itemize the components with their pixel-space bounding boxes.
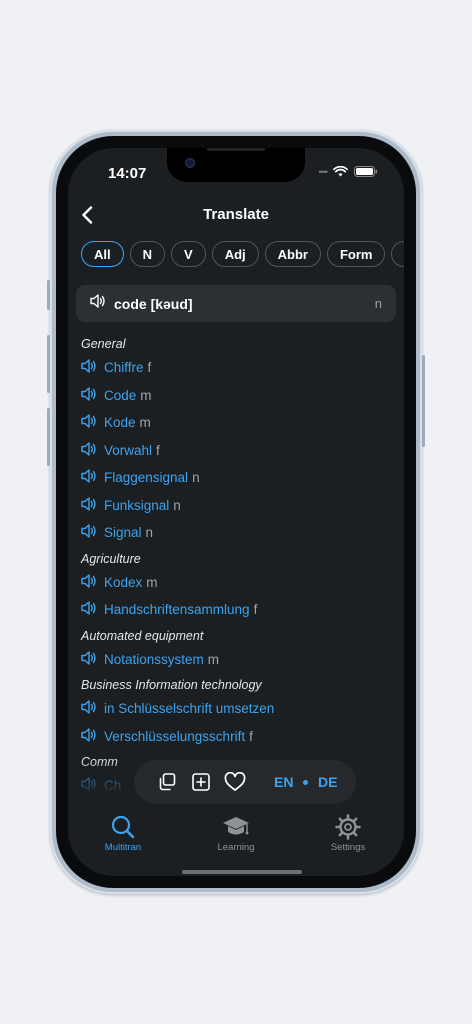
entry-header[interactable]: code [kəud] n xyxy=(76,285,396,322)
translation-item[interactable]: Kodex m xyxy=(81,569,391,597)
grammatical-gender: n xyxy=(192,470,200,486)
grammatical-gender: f xyxy=(147,360,152,376)
target-language[interactable]: DE xyxy=(318,774,337,790)
volume-up-button xyxy=(47,335,50,393)
translation-item[interactable]: Funksignal n xyxy=(81,492,391,520)
bezel: 14:07 •••• Translate AllNVAdjAbbrFormPr … xyxy=(56,136,416,888)
grammatical-gender: n xyxy=(145,525,154,541)
translation-item[interactable]: Notationssystem m xyxy=(81,646,391,674)
translation-list: General Chiffre f Code m Kode m Vorwahl f Flaggen… xyxy=(81,332,391,800)
speaker-icon[interactable] xyxy=(81,469,97,486)
category-label: Business Information technology xyxy=(81,678,262,692)
tab-learning[interactable]: Learning xyxy=(196,814,276,853)
translation-item[interactable]: Vorwahl f xyxy=(81,437,391,465)
translation-word[interactable]: Handschriftensammlung xyxy=(104,602,250,617)
tab-multitran[interactable]: Multitran xyxy=(83,814,163,853)
phone-frame: 14:07 •••• Translate AllNVAdjAbbrFormPr … xyxy=(47,130,425,894)
speaker-icon[interactable] xyxy=(81,651,97,668)
volume-down-button xyxy=(47,408,50,466)
navigation-bar: Translate xyxy=(68,198,404,232)
front-camera xyxy=(185,158,195,168)
tab-bar: Multitran Learning Settings xyxy=(68,808,404,876)
translation-item[interactable]: Flaggensignal n xyxy=(81,464,391,492)
translation-word[interactable]: Chiffre xyxy=(104,360,144,375)
gear-icon xyxy=(335,814,361,840)
tab-label: Learning xyxy=(217,842,255,853)
translation-item[interactable]: Verschlüsselungsschrift f xyxy=(81,723,391,751)
translation-word[interactable]: Notationssystem xyxy=(104,652,204,667)
search-icon xyxy=(111,815,135,839)
source-language[interactable]: EN xyxy=(274,774,293,790)
tab-label: Settings xyxy=(330,842,366,853)
filter-chip-pr[interactable]: Pr xyxy=(391,241,404,267)
filter-chip-adj[interactable]: Adj xyxy=(211,241,259,267)
speaker-icon[interactable] xyxy=(81,414,97,431)
entry-term: code [kəud] xyxy=(114,295,193,312)
tab-label: Multitran xyxy=(104,842,142,853)
speaker-icon[interactable] xyxy=(90,294,106,313)
grammatical-gender: f xyxy=(249,728,253,744)
grammatical-gender: m xyxy=(207,651,220,667)
translation-word[interactable]: Verschlüsselungsschrift xyxy=(104,729,245,744)
speaker-icon[interactable] xyxy=(81,700,97,717)
filter-chip-v[interactable]: V xyxy=(171,241,206,267)
translation-item[interactable]: Kode m xyxy=(81,409,391,437)
home-indicator xyxy=(182,870,302,874)
grammatical-gender: f xyxy=(156,442,160,458)
translation-item[interactable]: Chiffre f xyxy=(81,354,391,382)
add-icon[interactable] xyxy=(190,771,212,793)
floating-toolbar: EN DE xyxy=(134,760,356,804)
tab-settings[interactable]: Settings xyxy=(308,814,388,853)
copy-icon[interactable] xyxy=(156,771,178,793)
translation-word[interactable]: Code xyxy=(104,388,136,403)
translation-word[interactable]: Vorwahl xyxy=(104,443,152,458)
translation-word[interactable]: Funksignal xyxy=(104,498,169,513)
speaker-icon[interactable] xyxy=(81,524,97,541)
wifi-icon xyxy=(333,166,348,177)
grammatical-gender: m xyxy=(139,415,151,431)
translation-word[interactable]: Signal xyxy=(104,525,142,540)
filter-chip-all[interactable]: All xyxy=(81,241,124,267)
screen: 14:07 •••• Translate AllNVAdjAbbrFormPr … xyxy=(68,148,404,876)
earpiece xyxy=(207,148,265,151)
language-separator xyxy=(303,780,308,785)
mute-switch xyxy=(47,280,50,310)
filter-chip-abbr[interactable]: Abbr xyxy=(264,241,321,267)
category-label: General xyxy=(81,337,126,351)
speaker-icon[interactable] xyxy=(81,359,97,376)
power-button xyxy=(422,355,425,447)
status-icons: •••• xyxy=(318,166,378,177)
category-label: Agriculture xyxy=(81,551,141,566)
heart-icon[interactable] xyxy=(224,771,246,793)
graduation-cap-icon xyxy=(223,817,249,835)
category-label: Automated equipment xyxy=(81,628,204,643)
speaker-icon[interactable] xyxy=(81,601,97,618)
filter-chip-form[interactable]: Form xyxy=(326,241,386,267)
translation-item[interactable]: in Schlüsselschrift umsetzen xyxy=(81,695,391,723)
entry-part-of-speech: n xyxy=(374,296,382,311)
status-time: 14:07 xyxy=(108,165,147,182)
speaker-icon[interactable] xyxy=(81,497,97,514)
speaker-icon[interactable] xyxy=(81,442,97,459)
notch xyxy=(167,148,305,182)
grammatical-gender: n xyxy=(173,497,181,513)
speaker-icon[interactable] xyxy=(81,387,97,404)
grammatical-gender: f xyxy=(253,602,258,618)
battery-icon xyxy=(354,166,378,177)
part-of-speech-filters: AllNVAdjAbbrFormPr xyxy=(81,241,404,267)
grammatical-gender: m xyxy=(140,387,152,403)
translation-word[interactable]: Kode xyxy=(104,415,136,430)
translation-item[interactable]: Handschriftensammlung f xyxy=(81,596,391,624)
translation-item[interactable]: Signal n xyxy=(81,519,391,547)
translation-word[interactable]: Flaggensignal xyxy=(104,470,188,485)
grammatical-gender: m xyxy=(146,574,158,590)
speaker-icon[interactable] xyxy=(81,728,97,745)
signal-dots-icon: •••• xyxy=(318,166,328,177)
speaker-icon[interactable] xyxy=(81,574,97,591)
translation-word[interactable]: in Schlüsselschrift umsetzen xyxy=(104,701,274,716)
page-title: Translate xyxy=(203,206,269,223)
filter-chip-n[interactable]: N xyxy=(129,241,166,267)
translation-item[interactable]: Code m xyxy=(81,382,391,410)
translation-word[interactable]: Kodex xyxy=(104,575,142,590)
